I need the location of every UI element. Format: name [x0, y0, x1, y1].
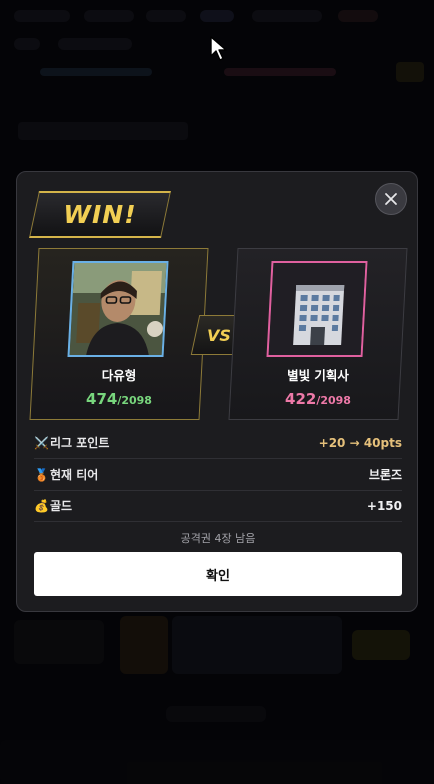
bronze-medal-icon: 🥉	[34, 467, 49, 482]
opponent-avatar	[266, 261, 368, 357]
player-score-max: /2098	[117, 394, 152, 407]
battle-result-modal: WIN! 다유형 474/2098 VS 별빛 기획사 422/2098 ⚔️ …	[16, 171, 418, 612]
opponent-score: 422/2098	[233, 390, 403, 408]
gold-value: +150	[366, 498, 402, 513]
confirm-button[interactable]: 확인	[34, 552, 402, 596]
current-tier-label: 현재 티어	[50, 468, 99, 482]
opponent-score-value: 422	[285, 390, 317, 408]
current-tier-row: 🥉 현재 티어 브론즈	[34, 459, 402, 491]
gold-row: 💰 골드 +150	[34, 490, 402, 522]
win-badge-label: WIN!	[63, 200, 137, 229]
close-icon	[385, 193, 397, 205]
opponent-name: 별빛 기획사	[287, 368, 349, 383]
player-avatar	[67, 261, 169, 357]
swords-icon: ⚔️	[34, 435, 49, 450]
league-points-value: +20 → 40pts	[318, 435, 402, 450]
opponent-card: 별빛 기획사 422/2098	[228, 248, 408, 420]
opponent-score-max: /2098	[316, 394, 351, 407]
person-photo	[69, 263, 169, 357]
player-score: 474/2098	[34, 390, 204, 408]
league-points-label: 리그 포인트	[50, 436, 110, 450]
player-score-value: 474	[86, 390, 118, 408]
close-button[interactable]	[375, 183, 407, 215]
gold-label: 골드	[50, 499, 73, 513]
mouse-cursor-icon	[210, 36, 227, 61]
current-tier-value: 브론즈	[368, 468, 402, 482]
money-bag-icon: 💰	[34, 498, 49, 513]
player-name: 다유형	[101, 368, 137, 383]
remaining-tickets-text: 공격권 4장 남음	[180, 532, 256, 545]
player-card: 다유형 474/2098	[29, 248, 209, 420]
office-building-icon	[268, 263, 368, 357]
league-points-row: ⚔️ 리그 포인트 +20 → 40pts	[34, 427, 402, 459]
